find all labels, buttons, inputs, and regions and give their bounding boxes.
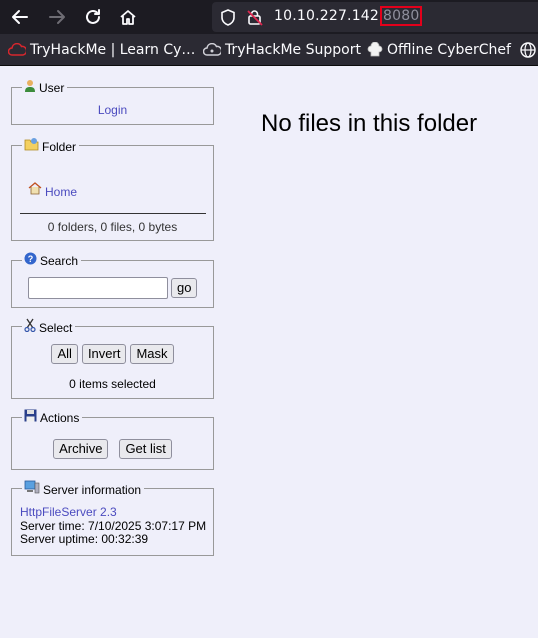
selection-status: 0 items selected bbox=[69, 377, 156, 391]
bookmark-globe[interactable] bbox=[519, 41, 538, 59]
get-list-button[interactable]: Get list bbox=[119, 439, 172, 459]
actions-buttons: Archive Get list bbox=[12, 439, 213, 459]
folder-stats: 0 folders, 0 files, 0 bytes bbox=[47, 220, 178, 234]
mask-button[interactable]: Mask bbox=[130, 344, 174, 364]
chef-hat-icon bbox=[367, 42, 383, 58]
svg-text:?: ? bbox=[28, 254, 34, 264]
login-link[interactable]: Login bbox=[98, 103, 127, 117]
panel-title: Folder bbox=[42, 140, 77, 154]
invert-button[interactable]: Invert bbox=[81, 344, 127, 364]
select-all-button[interactable]: All bbox=[51, 344, 78, 364]
select-panel-legend: Select bbox=[22, 318, 76, 335]
bookmark-label: TryHackMe | Learn Cy… bbox=[30, 42, 196, 58]
url-bar[interactable]: 10.10.227.142 8080 bbox=[212, 2, 538, 32]
bookmark-tryhackme[interactable]: TryHackMe | Learn Cy… bbox=[8, 41, 195, 59]
scissors-icon bbox=[24, 318, 36, 335]
user-icon bbox=[24, 79, 36, 95]
insecure-lock-icon[interactable] bbox=[247, 9, 263, 30]
folder-icon bbox=[24, 137, 39, 154]
select-panel: Select All Invert Mask 0 items selected bbox=[11, 318, 214, 399]
user-panel-legend: User bbox=[22, 79, 68, 95]
hfs-product-link[interactable]: HttpFileServer 2.3 bbox=[20, 505, 117, 519]
browser-toolbar: 10.10.227.142 8080 bbox=[0, 0, 538, 34]
bookmark-label: Offline CyberChef bbox=[387, 42, 511, 58]
server-info-panel: Server information HttpFileServer 2.3 Se… bbox=[11, 480, 214, 556]
bookmark-offline-cyberchef[interactable]: Offline CyberChef bbox=[367, 41, 511, 59]
actions-panel-legend: Actions bbox=[22, 409, 83, 425]
bookmark-tryhackme-support[interactable]: TryHackMe Support bbox=[203, 41, 361, 59]
panel-title: Search bbox=[40, 254, 79, 268]
home-icon bbox=[28, 181, 42, 198]
go-button[interactable]: go bbox=[171, 278, 198, 298]
folder-panel: Folder Home 0 folders, 0 files, 0 bytes bbox=[11, 137, 214, 241]
home-link-row[interactable]: Home bbox=[28, 179, 77, 199]
back-arrow-icon[interactable] bbox=[8, 5, 32, 29]
search-row: go bbox=[28, 277, 198, 299]
empty-folder-message: No files in this folder bbox=[261, 110, 478, 137]
bookmarks-bar: TryHackMe | Learn Cy… TryHackMe Support … bbox=[0, 34, 538, 66]
floppy-disk-icon bbox=[24, 409, 37, 425]
panel-title: Server information bbox=[43, 483, 142, 497]
bookmark-label: TryHackMe Support bbox=[225, 42, 361, 58]
panel-title: Actions bbox=[40, 411, 80, 425]
shield-icon[interactable] bbox=[220, 9, 236, 30]
forward-arrow-icon[interactable] bbox=[45, 5, 69, 29]
url-host: 10.10.227.142 bbox=[274, 8, 380, 24]
home-icon[interactable] bbox=[116, 5, 140, 29]
folder-panel-legend: Folder bbox=[22, 137, 80, 154]
reload-icon[interactable] bbox=[81, 5, 105, 29]
search-panel: ? Search go bbox=[11, 252, 214, 308]
select-buttons: All Invert Mask bbox=[12, 344, 213, 364]
actions-panel: Actions Archive Get list bbox=[11, 409, 214, 470]
globe-icon bbox=[519, 41, 537, 59]
divider bbox=[20, 213, 206, 214]
user-panel: User Login bbox=[11, 79, 214, 125]
server-time: Server time: 7/10/2025 3:07:17 PM bbox=[20, 518, 207, 533]
search-panel-legend: ? Search bbox=[22, 252, 82, 268]
archive-button[interactable]: Archive bbox=[53, 439, 109, 459]
search-input[interactable] bbox=[28, 277, 168, 299]
panel-title: Select bbox=[39, 321, 73, 335]
cloud-icon bbox=[203, 43, 221, 57]
server-info-body: HttpFileServer 2.3 Server time: 7/10/202… bbox=[20, 505, 207, 547]
server-info-panel-legend: Server information bbox=[22, 480, 145, 497]
help-icon: ? bbox=[24, 252, 37, 268]
url-port: 8080 bbox=[380, 6, 423, 26]
home-link[interactable]: Home bbox=[45, 185, 77, 199]
tryhackme-icon bbox=[8, 43, 26, 57]
panel-title: User bbox=[39, 81, 65, 95]
server-uptime: Server uptime: 00:32:39 bbox=[20, 532, 149, 546]
url-text[interactable]: 10.10.227.142 8080 bbox=[274, 6, 423, 26]
server-icon bbox=[24, 480, 40, 497]
